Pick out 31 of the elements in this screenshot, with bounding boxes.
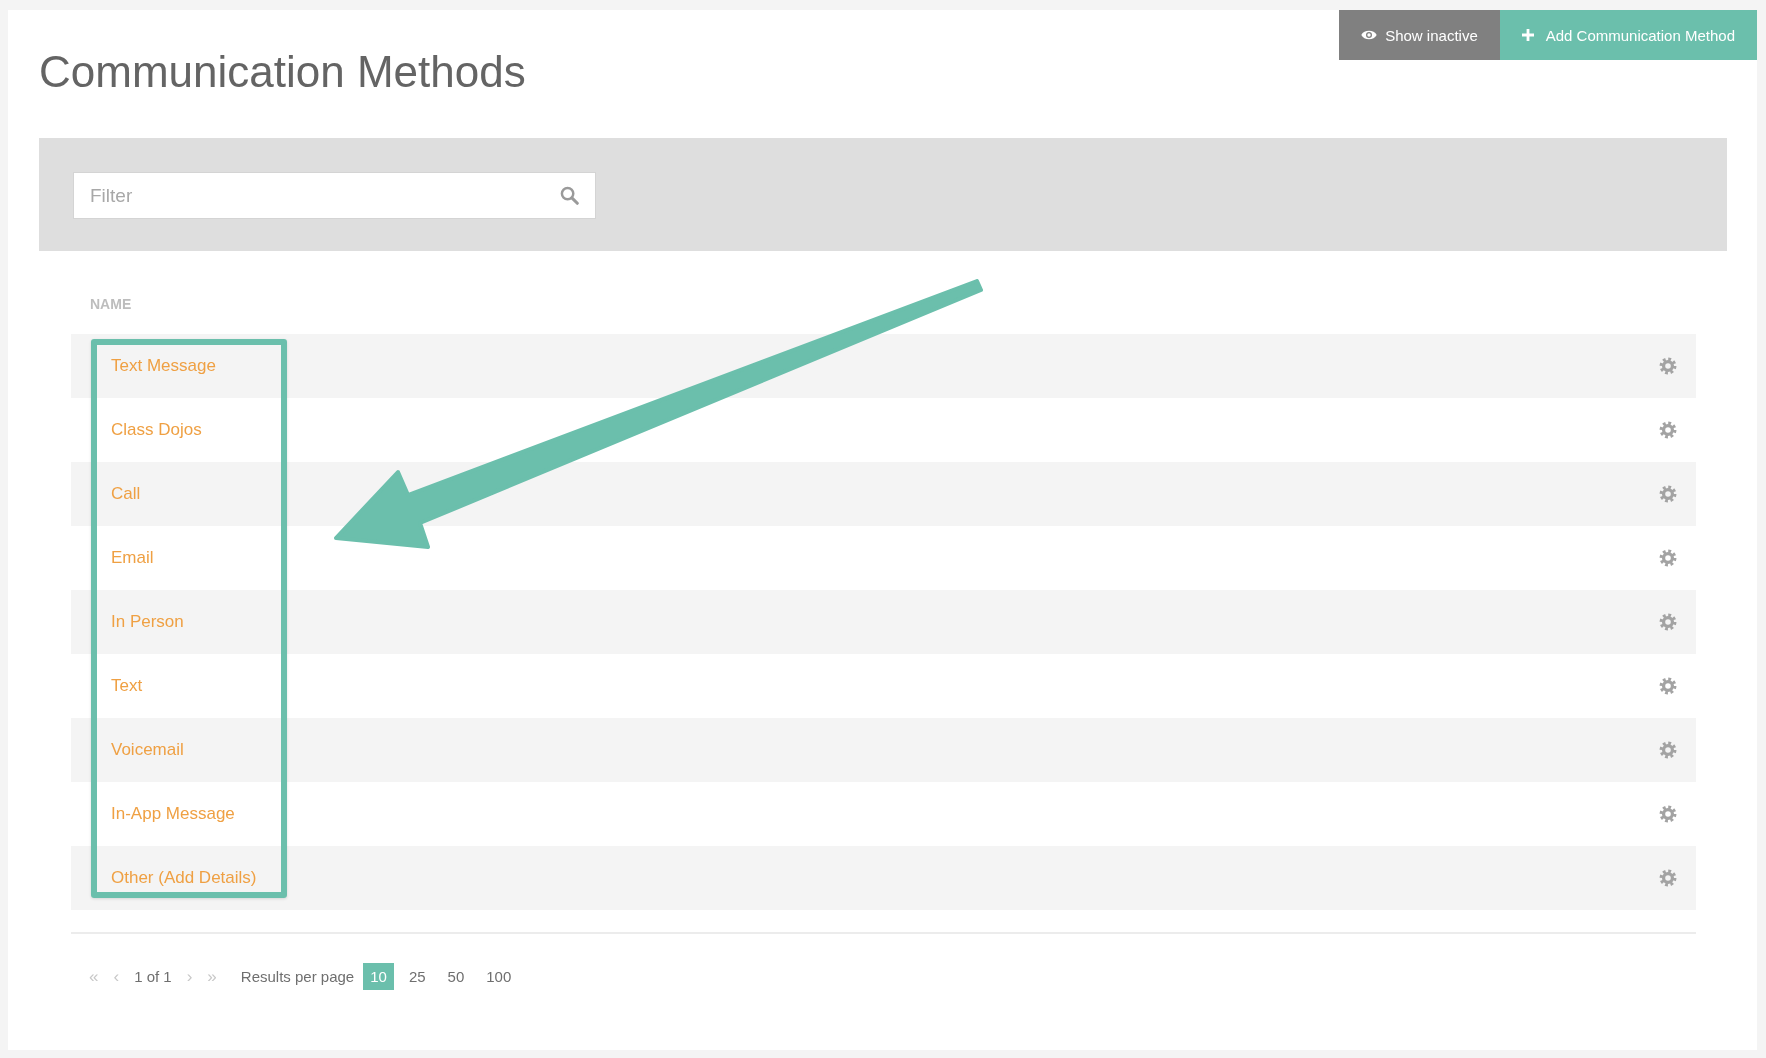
method-link[interactable]: In Person bbox=[111, 611, 184, 633]
search-icon[interactable] bbox=[560, 186, 579, 205]
gear-icon[interactable] bbox=[1659, 805, 1677, 823]
page-info: 1 of 1 bbox=[134, 966, 172, 987]
filter-field[interactable]: Filter bbox=[73, 172, 596, 219]
gear-icon[interactable] bbox=[1659, 549, 1677, 567]
eye-icon bbox=[1361, 30, 1378, 40]
gear-icon[interactable] bbox=[1659, 421, 1677, 439]
page-size-option[interactable]: 10 bbox=[363, 963, 394, 990]
page-size-option[interactable]: 50 bbox=[440, 963, 472, 990]
gear-icon[interactable] bbox=[1659, 485, 1677, 503]
method-link[interactable]: Voicemail bbox=[111, 739, 184, 761]
gear-icon[interactable] bbox=[1659, 357, 1677, 375]
add-method-button[interactable]: Add Communication Method bbox=[1499, 10, 1757, 60]
page-size-option[interactable]: 25 bbox=[401, 963, 433, 990]
gear-icon[interactable] bbox=[1659, 677, 1677, 695]
column-header: NAME bbox=[90, 296, 132, 312]
method-link[interactable]: Text bbox=[111, 675, 143, 697]
method-link[interactable]: Other (Add Details) bbox=[111, 867, 257, 889]
method-link[interactable]: Class Dojos bbox=[111, 419, 202, 441]
method-link[interactable]: Email bbox=[111, 547, 154, 569]
method-link[interactable]: Call bbox=[111, 483, 141, 505]
gear-icon[interactable] bbox=[1659, 869, 1677, 887]
plus-icon bbox=[1521, 29, 1534, 41]
gear-icon[interactable] bbox=[1659, 741, 1677, 759]
method-link[interactable]: Text Message bbox=[111, 355, 216, 377]
page-size-option[interactable]: 100 bbox=[479, 963, 519, 990]
gear-icon[interactable] bbox=[1659, 613, 1677, 631]
page-title: Communication Methods bbox=[39, 46, 526, 98]
method-link[interactable]: In-App Message bbox=[111, 803, 235, 825]
results-per-page-label: Results per page bbox=[240, 968, 355, 985]
